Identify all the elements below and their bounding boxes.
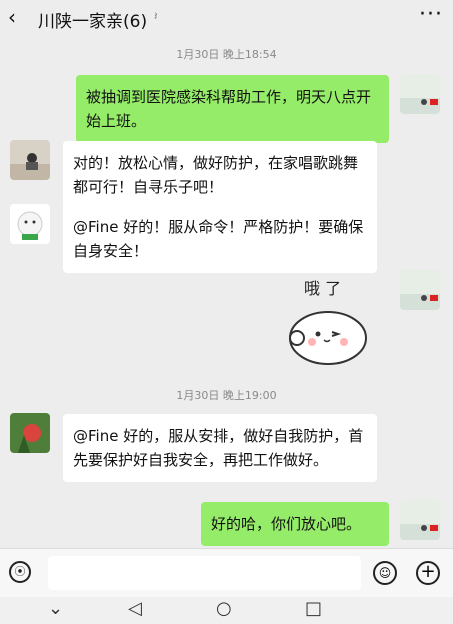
message-bubble-incoming[interactable]: 对的！放松心情，做好防护，在家唱歌跳舞都可行！自寻乐子吧！ (63, 141, 377, 209)
nav-home-icon[interactable]: ○ (216, 598, 232, 619)
avatar-self-icon (400, 74, 440, 114)
input-bar: ⦿ ☺ + (0, 548, 453, 597)
back-chevron-icon[interactable]: ‹ (8, 7, 28, 27)
chat-title: 川陕一家亲(6) (38, 12, 148, 32)
avatar-member-3[interactable] (10, 413, 50, 453)
avatar-member-1[interactable] (10, 140, 50, 180)
sticker-cat-icon: 哦 了 (289, 279, 367, 365)
message-bubble-incoming[interactable]: @Fine 好的！服从命令！严格防护！要确保自身安全！ (63, 205, 377, 273)
voice-icon[interactable]: ⦿ (9, 561, 31, 583)
message-bubble-outgoing[interactable]: 被抽调到医院感染科帮助工作，明天八点开始上班。 (76, 75, 389, 143)
timestamp: 1月30日 晚上18:54 (176, 48, 277, 61)
emoji-icon[interactable]: ☺ (373, 561, 397, 585)
plus-icon[interactable]: + (416, 561, 440, 585)
avatar-member-3-icon (10, 413, 50, 453)
system-nav-bar: ⌄ ◁ ○ □ (0, 597, 453, 624)
sticker-message[interactable]: 哦 了 (282, 276, 372, 366)
chat-header: ‹ 川陕一家亲(6) 𝄽 ··· (0, 0, 453, 38)
message-input[interactable] (48, 556, 361, 590)
avatar-member-2-icon (10, 204, 50, 244)
message-bubble-outgoing[interactable]: 好的哈，你们放心吧。 (201, 502, 389, 546)
more-dots-icon[interactable]: ··· (419, 2, 443, 27)
sticker-text: 哦 了 (304, 279, 341, 298)
mute-ear-icon: 𝄽 (154, 9, 158, 23)
avatar-self[interactable] (400, 270, 440, 310)
avatar-member-1-icon (10, 140, 50, 180)
avatar-self[interactable] (400, 500, 440, 540)
timestamp: 1月30日 晚上19:00 (176, 389, 277, 402)
avatar-self[interactable] (400, 74, 440, 114)
avatar-self-icon (400, 270, 440, 310)
avatar-self-icon (400, 500, 440, 540)
nav-down-icon[interactable]: ⌄ (48, 598, 63, 619)
avatar-member-2[interactable] (10, 204, 50, 244)
nav-recents-icon[interactable]: □ (305, 598, 322, 619)
message-bubble-incoming[interactable]: @Fine 好的，服从安排，做好自我防护，首先要保护好自我安全，再把工作做好。 (63, 414, 377, 482)
nav-back-icon[interactable]: ◁ (128, 598, 142, 619)
